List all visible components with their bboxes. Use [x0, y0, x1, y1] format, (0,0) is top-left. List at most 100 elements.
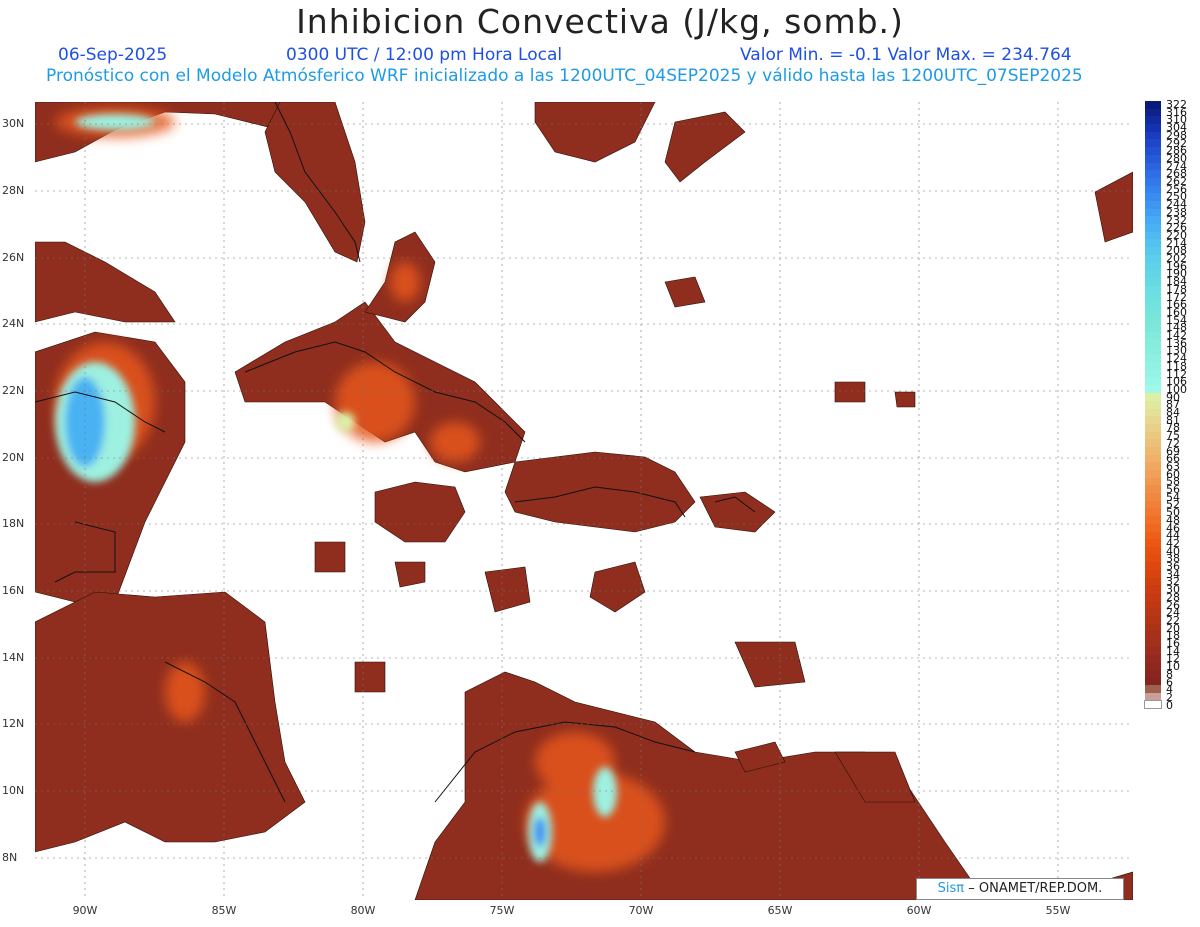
colorbar-swatch — [1145, 692, 1161, 701]
lat-label: 18N — [2, 517, 25, 530]
colorbar-swatch — [1145, 262, 1161, 271]
colorbar-swatch — [1145, 101, 1161, 109]
colorbar-swatch — [1145, 508, 1161, 517]
forecast-time: 0300 UTC / 12:00 pm Hora Local — [286, 45, 563, 65]
lon-label: 80W — [350, 904, 376, 917]
colorbar-swatch — [1145, 377, 1161, 386]
colorbar-swatch — [1145, 585, 1161, 593]
lat-label: 10N — [2, 784, 25, 797]
colorbar-swatch — [1145, 224, 1161, 232]
lon-label: 75W — [489, 904, 515, 917]
colorbar-swatch — [1145, 593, 1161, 601]
colorbar-swatch — [1145, 454, 1161, 463]
colorbar-swatch — [1145, 423, 1161, 432]
colorbar-swatch — [1145, 477, 1161, 486]
min-max-values: Valor Min. = -0.1 Valor Max. = 234.764 — [740, 45, 1072, 65]
lon-label: 85W — [211, 904, 237, 917]
credit-org: – ONAMET/REP.DOM. — [968, 881, 1103, 896]
colorbar-swatch — [1145, 554, 1161, 563]
colorbar-swatch — [1145, 247, 1161, 255]
colorbar-swatch — [1145, 523, 1161, 532]
colorbar-swatch — [1145, 546, 1161, 555]
lat-label: 30N — [2, 117, 25, 130]
colorbar-swatch — [1145, 439, 1161, 447]
colorbar-swatch — [1145, 608, 1161, 617]
colorbar-swatch — [1145, 154, 1161, 163]
lon-label: 65W — [767, 904, 793, 917]
colorbar-swatch — [1145, 277, 1161, 286]
colorbar-swatch — [1145, 331, 1161, 340]
colorbar-swatch — [1145, 408, 1161, 417]
colorbar-swatch — [1145, 616, 1161, 624]
colorbar-swatch — [1145, 639, 1161, 647]
colorbar-swatch — [1145, 116, 1161, 125]
lat-label: 28N — [2, 184, 25, 197]
colorbar-swatch — [1145, 185, 1161, 194]
colorbar-swatch — [1145, 177, 1161, 186]
lat-label: 16N — [2, 584, 25, 597]
colorbar-swatch — [1145, 323, 1161, 332]
lat-label: 26N — [2, 251, 25, 264]
lat-label: 8N — [2, 851, 18, 864]
lat-label: 20N — [2, 451, 25, 464]
colorbar-swatch — [1145, 569, 1161, 578]
lat-label: 22N — [2, 384, 25, 397]
colorbar-swatch — [1145, 354, 1161, 363]
colorbar-swatch — [1145, 131, 1161, 140]
colorbar-swatch — [1145, 669, 1161, 678]
colorbar-swatch — [1145, 662, 1161, 670]
colorbar — [1144, 101, 1162, 710]
lon-label: 70W — [628, 904, 654, 917]
colorbar-swatch — [1145, 516, 1161, 524]
credit-box: Sisπ – ONAMET/REP.DOM. — [916, 878, 1124, 900]
colorbar-swatch — [1145, 308, 1161, 317]
colorbar-swatch — [1145, 400, 1161, 409]
map-canvas — [35, 102, 1133, 900]
colorbar-swatch — [1145, 393, 1161, 401]
colorbar-swatch — [1145, 339, 1161, 347]
colorbar-swatch — [1145, 270, 1161, 278]
colorbar-swatch — [1145, 654, 1161, 663]
colorbar-swatch — [1145, 623, 1161, 632]
map-title: Inhibicion Convectiva (J/kg, somb.) — [296, 2, 904, 41]
colorbar-swatch — [1145, 216, 1161, 224]
colorbar-swatch — [1145, 470, 1161, 478]
colorbar-swatch — [1145, 370, 1161, 378]
colorbar-swatch — [1145, 577, 1161, 586]
colorbar-swatch — [1145, 285, 1161, 294]
colorbar-swatch — [1145, 385, 1161, 394]
lat-label: 14N — [2, 651, 25, 664]
colorbar-swatch — [1145, 646, 1161, 655]
colorbar-swatch — [1145, 108, 1161, 117]
colorbar-swatch — [1145, 254, 1161, 263]
colorbar-swatch — [1145, 485, 1161, 494]
colorbar-swatch — [1145, 531, 1161, 540]
colorbar-swatch — [1144, 699, 1162, 710]
colorbar-swatch — [1145, 347, 1161, 355]
colorbar-swatch — [1145, 162, 1161, 171]
colorbar-swatch — [1145, 139, 1161, 148]
colorbar-swatch — [1145, 170, 1161, 178]
colorbar-label: 0 — [1166, 698, 1173, 712]
colorbar-swatch — [1145, 431, 1161, 440]
colorbar-swatch — [1145, 462, 1161, 470]
colorbar-swatch — [1145, 200, 1161, 209]
lon-label: 60W — [906, 904, 932, 917]
colorbar-swatch — [1145, 500, 1161, 509]
colorbar-swatch — [1145, 677, 1161, 686]
colorbar-swatch — [1145, 562, 1161, 570]
colorbar-swatch — [1145, 631, 1161, 640]
colorbar-swatch — [1145, 416, 1161, 424]
colorbar-swatch — [1145, 124, 1161, 132]
colorbar-swatch — [1145, 600, 1161, 609]
forecast-date: 06-Sep-2025 — [58, 45, 168, 65]
colorbar-swatch — [1145, 239, 1161, 248]
colorbar-swatch — [1145, 493, 1161, 501]
colorbar-swatch — [1145, 147, 1161, 155]
colorbar-swatch — [1145, 193, 1161, 201]
lon-label: 55W — [1045, 904, 1071, 917]
colorbar-swatch — [1145, 539, 1161, 547]
colorbar-swatch — [1145, 685, 1161, 693]
colorbar-swatch — [1145, 208, 1161, 217]
lat-label: 24N — [2, 317, 25, 330]
